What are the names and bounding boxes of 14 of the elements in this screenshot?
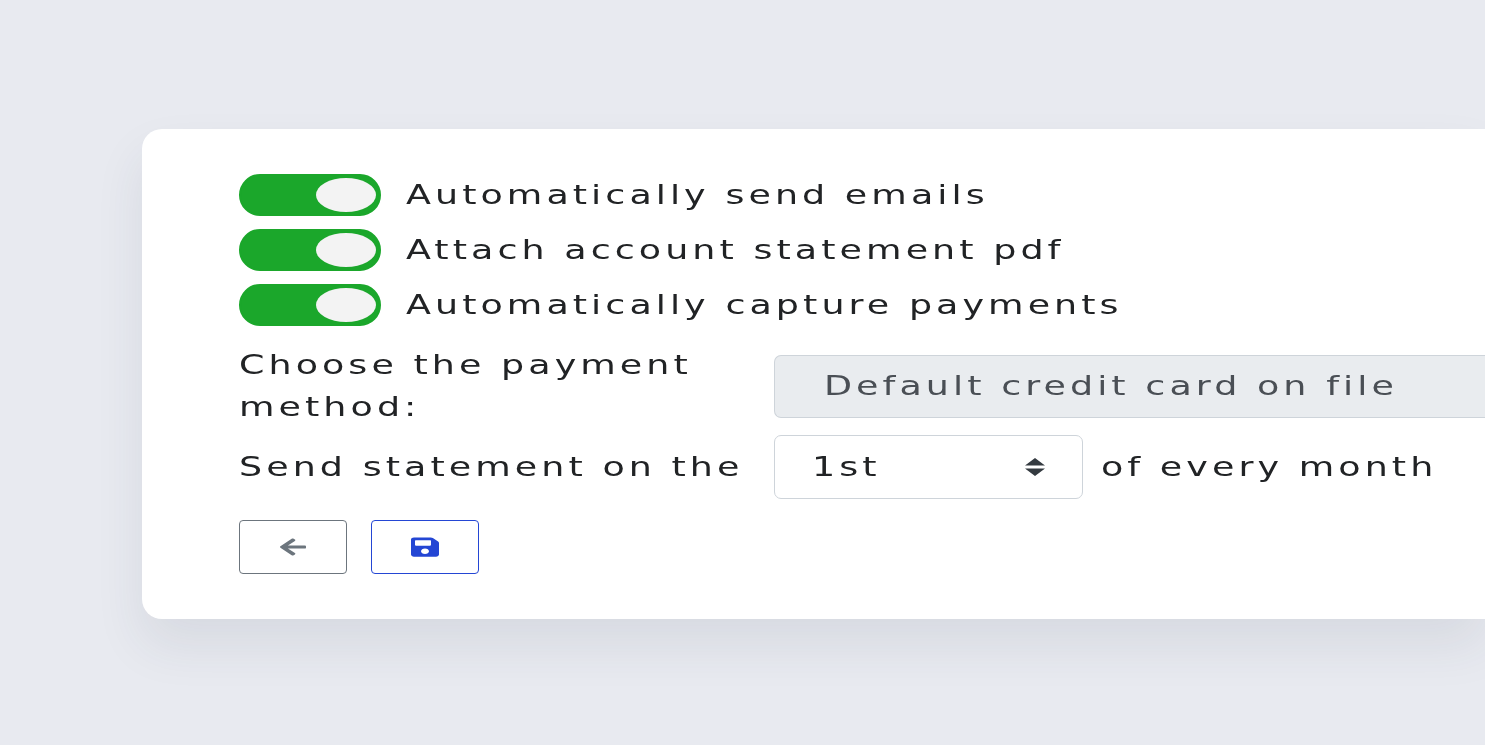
sort-caret-icon <box>1024 457 1046 477</box>
field-suffix: of every month <box>1101 450 1438 484</box>
toggle-label: Automatically send emails <box>406 178 989 212</box>
field-label: Send statement on the <box>239 450 745 484</box>
toggle-switch[interactable] <box>239 284 381 326</box>
toggle-label: Attach account statement pdf <box>406 233 1065 267</box>
arrow-left-icon <box>280 537 306 557</box>
save-button[interactable] <box>371 520 479 574</box>
back-button[interactable] <box>239 520 347 574</box>
day-select[interactable]: 1st <box>774 435 1083 499</box>
toggle-label: Automatically capture payments <box>406 288 1123 322</box>
field-label: Choose the payment method: <box>239 348 693 424</box>
toggle-switch[interactable] <box>239 174 381 216</box>
toggle-switch[interactable] <box>239 229 381 271</box>
